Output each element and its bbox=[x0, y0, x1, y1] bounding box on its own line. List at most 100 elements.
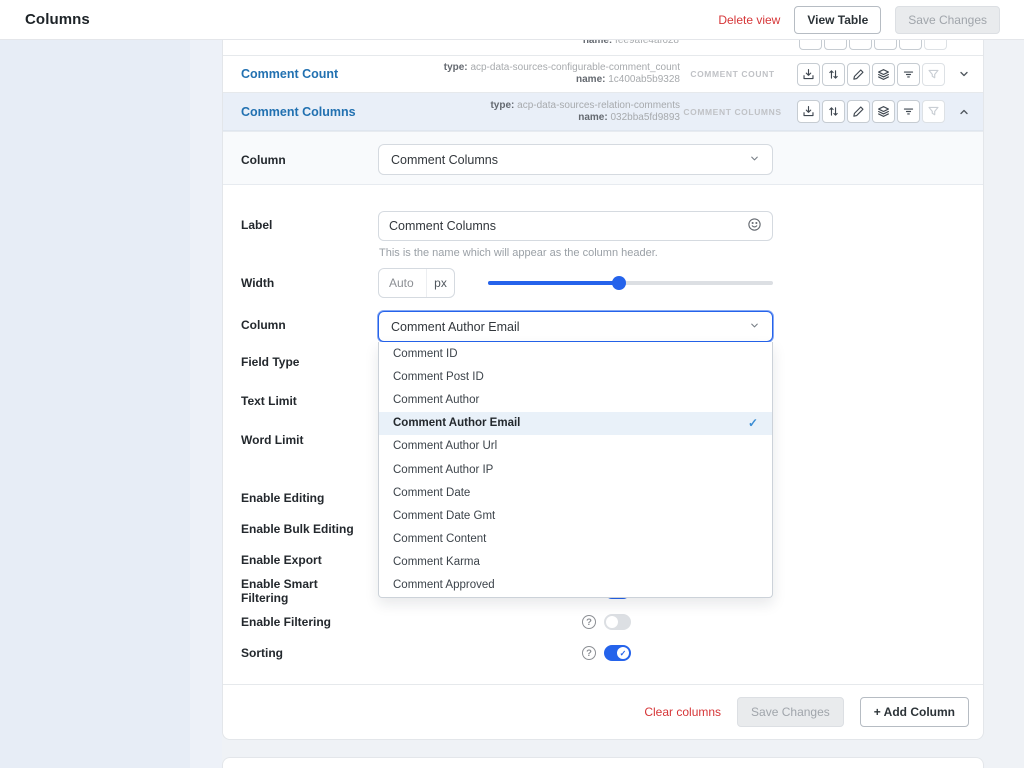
row-type-badge: COMMENT COLUMNS bbox=[680, 107, 785, 117]
download-icon[interactable] bbox=[797, 100, 820, 123]
dropdown-option-label: Comment Post ID bbox=[393, 371, 484, 383]
label-input[interactable]: Comment Columns bbox=[378, 211, 773, 241]
funnel-filter-icon[interactable] bbox=[922, 63, 945, 86]
left-sidebar bbox=[0, 40, 190, 768]
smart-filter-icon[interactable] bbox=[897, 63, 920, 86]
chevron-up-icon[interactable] bbox=[951, 106, 977, 118]
dropdown-option[interactable]: Comment Approved ✓ bbox=[379, 574, 772, 597]
funnel-filter-icon[interactable] bbox=[922, 100, 945, 123]
row-actions bbox=[797, 63, 945, 86]
dropdown-option[interactable]: Comment Karma ✓ bbox=[379, 551, 772, 574]
row-title-link[interactable]: Comment Count bbox=[223, 67, 398, 81]
help-question-icon[interactable]: ? bbox=[582, 615, 596, 629]
dropdown-option-label: Comment Date bbox=[393, 487, 470, 499]
next-panel-edge bbox=[222, 757, 984, 768]
toggle-row-label: Enable Smart Filtering bbox=[241, 577, 363, 605]
meta-type-value: acp-data-sources-relation-comments bbox=[517, 100, 680, 111]
dropdown-option-label: Comment Karma bbox=[393, 556, 480, 568]
action-button[interactable] bbox=[924, 40, 947, 50]
delete-view-link[interactable]: Delete view bbox=[718, 13, 780, 27]
column-settings: Label Comment Columns This is the name w… bbox=[223, 185, 983, 685]
column-type-section: Column Comment Columns bbox=[223, 131, 983, 185]
page-title: Columns bbox=[0, 11, 90, 28]
dropdown-option-label: Comment Approved bbox=[393, 579, 495, 591]
toggle-knob bbox=[606, 616, 618, 628]
toggle-row: Sorting ? ✓ bbox=[241, 645, 631, 661]
help-question-icon[interactable]: ? bbox=[582, 646, 596, 660]
partial-row-actions bbox=[799, 40, 947, 50]
edit-pencil-icon[interactable] bbox=[847, 63, 870, 86]
layers-icon[interactable] bbox=[872, 100, 895, 123]
toggle-switch[interactable]: ✓ bbox=[604, 645, 631, 661]
field-row-label: Word Limit bbox=[241, 433, 303, 447]
width-field-label: Width bbox=[241, 276, 274, 290]
dropdown-option[interactable]: Comment Author Url ✓ bbox=[379, 435, 772, 458]
field-row-label: Field Type bbox=[241, 355, 299, 369]
dropdown-option-label: Comment Date Gmt bbox=[393, 510, 495, 522]
chevron-down-icon bbox=[749, 153, 760, 167]
dropdown-option-label: Comment Author Url bbox=[393, 440, 497, 452]
action-button[interactable] bbox=[824, 40, 847, 50]
action-button[interactable] bbox=[874, 40, 897, 50]
row-title-link[interactable]: Comment Columns bbox=[223, 105, 398, 119]
column-combobox[interactable]: Comment Author Email bbox=[378, 311, 773, 342]
meta-type-key: type: bbox=[490, 100, 514, 111]
toggle-row-label: Enable Filtering bbox=[241, 615, 363, 629]
dropdown-option[interactable]: Comment Post ID ✓ bbox=[379, 365, 772, 388]
emoji-smiley-icon[interactable] bbox=[747, 217, 762, 235]
dropdown-option[interactable]: Comment Author ✓ bbox=[379, 388, 772, 411]
panel-footer: Clear columns Save Changes + Add Column bbox=[223, 684, 983, 739]
clear-columns-link[interactable]: Clear columns bbox=[644, 705, 721, 719]
toggle-knob: ✓ bbox=[617, 647, 629, 659]
dropdown-option[interactable]: Comment Date Gmt ✓ bbox=[379, 504, 772, 527]
width-slider[interactable] bbox=[488, 279, 773, 287]
dropdown-option-label: Comment ID bbox=[393, 348, 458, 360]
toggle-row-label: Enable Bulk Editing bbox=[241, 522, 363, 536]
dropdown-option-label: Comment Author Email bbox=[393, 417, 520, 429]
label-input-value: Comment Columns bbox=[389, 219, 496, 233]
dropdown-option-label: Comment Author IP bbox=[393, 464, 493, 476]
toggle-row-label: Enable Editing bbox=[241, 491, 363, 505]
save-changes-button-bottom[interactable]: Save Changes bbox=[737, 697, 844, 727]
view-table-button[interactable]: View Table bbox=[794, 6, 881, 34]
combobox-value: Comment Author Email bbox=[391, 320, 520, 334]
download-icon[interactable] bbox=[797, 63, 820, 86]
toggle-switch[interactable] bbox=[604, 614, 631, 630]
columns-panel: name: fee9afe4af628 Comment Count type: … bbox=[222, 40, 984, 740]
width-unit-label: px bbox=[426, 269, 454, 297]
sidebar-strip bbox=[190, 40, 222, 768]
layers-icon[interactable] bbox=[872, 63, 895, 86]
chevron-down-icon[interactable] bbox=[951, 68, 977, 80]
row-type-badge: COMMENT COUNT bbox=[680, 69, 785, 79]
dropdown-option[interactable]: Comment ID ✓ bbox=[379, 342, 772, 365]
dropdown-option[interactable]: Comment Date ✓ bbox=[379, 481, 772, 504]
add-column-button[interactable]: + Add Column bbox=[860, 697, 969, 727]
select-value: Comment Columns bbox=[391, 153, 498, 167]
meta-type-key: type: bbox=[444, 62, 468, 73]
label-field-label: Label bbox=[241, 218, 272, 232]
move-icon[interactable] bbox=[822, 100, 845, 123]
smart-filter-icon[interactable] bbox=[897, 100, 920, 123]
column-type-select[interactable]: Comment Columns bbox=[378, 144, 773, 175]
meta-name-key: name: bbox=[578, 112, 607, 123]
save-changes-button-top[interactable]: Save Changes bbox=[895, 6, 1000, 34]
action-button[interactable] bbox=[899, 40, 922, 50]
action-button[interactable] bbox=[799, 40, 822, 50]
edit-pencil-icon[interactable] bbox=[847, 100, 870, 123]
meta-type-value: acp-data-sources-configurable-comment_co… bbox=[470, 62, 680, 73]
dropdown-option[interactable]: Comment Content ✓ bbox=[379, 528, 772, 551]
column-row-comment-columns: Comment Columns type: acp-data-sources-r… bbox=[223, 93, 983, 131]
meta-name-key: name: bbox=[576, 74, 605, 85]
label-help-text: This is the name which will appear as th… bbox=[379, 247, 658, 259]
dropdown-option[interactable]: Comment Author Email ✓ bbox=[379, 412, 772, 435]
column-field-label: Column bbox=[241, 318, 286, 332]
column-dropdown: Comment ID ✓ Comment Post ID ✓ Comment A… bbox=[378, 342, 773, 598]
row-actions bbox=[797, 100, 945, 123]
column-type-label: Column bbox=[241, 153, 286, 167]
dropdown-option[interactable]: Comment Author IP ✓ bbox=[379, 458, 772, 481]
width-input-group[interactable]: Auto px bbox=[378, 268, 455, 298]
width-input[interactable]: Auto bbox=[379, 276, 426, 290]
slider-handle[interactable] bbox=[612, 276, 626, 290]
action-button[interactable] bbox=[849, 40, 872, 50]
move-icon[interactable] bbox=[822, 63, 845, 86]
